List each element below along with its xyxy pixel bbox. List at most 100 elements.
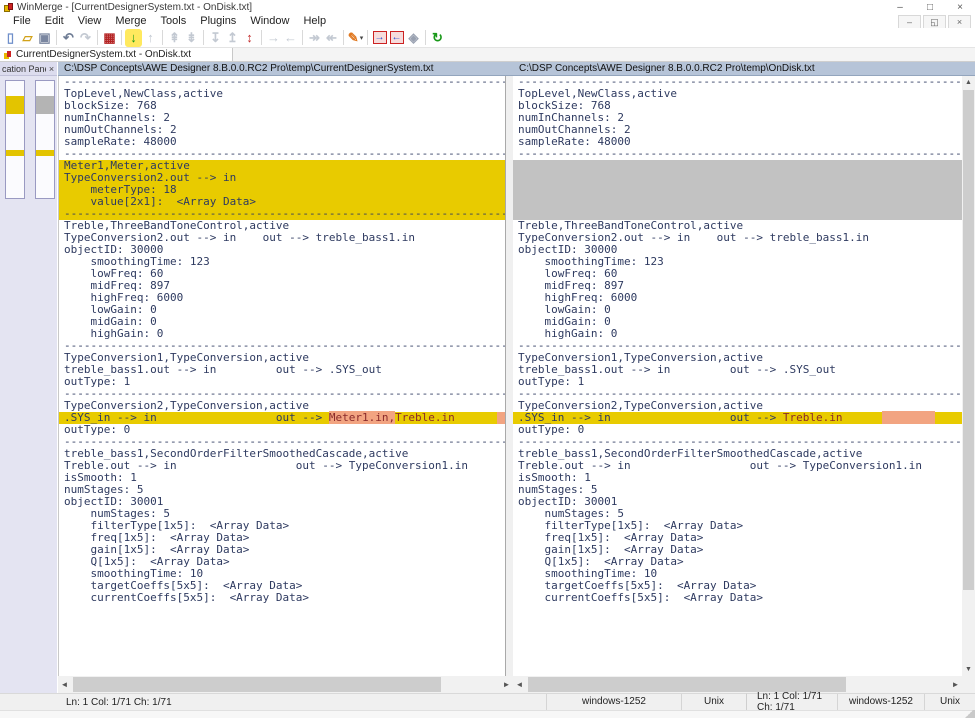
toolbar-separator (302, 30, 303, 45)
main-status-bar (0, 710, 975, 718)
resize-grip[interactable] (963, 710, 975, 718)
window-title: WinMerge - [CurrentDesignerSystem.txt - … (17, 2, 252, 13)
diff-location-marker[interactable] (36, 96, 54, 114)
scroll-up-icon[interactable]: ▲ (962, 76, 975, 89)
copy-left-advance-icon[interactable]: ↞ (323, 29, 340, 47)
copy-right-icon[interactable]: → (265, 29, 282, 47)
file-new-glyph: ▯ (7, 30, 14, 46)
left-hscroll-thumb[interactable] (73, 677, 441, 692)
left-cursor-position: Ln: 1 Col: 1/71 Ch: 1/71 (0, 697, 546, 708)
next-conflict-icon[interactable]: ↧ (207, 29, 224, 47)
vertical-scroll-thumb[interactable] (963, 90, 974, 590)
copy-all-left-glyph: ← (390, 31, 404, 44)
right-horizontal-scrollbar[interactable]: ◄ ► (513, 676, 962, 693)
copy-left-glyph: ← (284, 30, 297, 46)
menu-edit[interactable]: Edit (38, 15, 71, 28)
scroll-left-icon[interactable]: ◄ (58, 676, 71, 693)
file-new-icon[interactable]: ▯ (2, 29, 19, 47)
word-diff-edge-marker (497, 412, 505, 424)
file-open-icon[interactable]: ▱ (19, 29, 36, 47)
previous-conflict-icon[interactable]: ↥ (224, 29, 241, 47)
mdi-restore-button[interactable]: ◱ (923, 15, 946, 29)
mdi-minimize-button[interactable]: – (898, 15, 921, 29)
menu-tools[interactable]: Tools (154, 15, 194, 28)
pane-splitter[interactable] (505, 76, 513, 676)
toolbar-separator (261, 30, 262, 45)
left-file-path-header[interactable]: C:\DSP Concepts\AWE Designer 8.B.0.0.RC2… (58, 62, 513, 76)
next-difference-icon[interactable]: ↓ (125, 29, 142, 47)
left-horizontal-scrollbar[interactable]: ◄ ► (58, 676, 513, 693)
scroll-left-icon[interactable]: ◄ (513, 676, 526, 693)
code-text (843, 411, 883, 424)
last-difference-icon[interactable]: ⇟ (183, 29, 200, 47)
mdi-controls: – ◱ × (896, 15, 975, 29)
undo-icon[interactable]: ↶ (60, 29, 77, 47)
menu-window[interactable]: Window (243, 15, 296, 28)
copy-right-advance-icon[interactable]: ↠ (306, 29, 323, 47)
select-difference-icon[interactable]: ↕ (241, 29, 258, 47)
code-line: currentCoeffs[5x5]: <Array Data> (513, 592, 962, 604)
highlight-plugin-icon[interactable]: ✎▾ (347, 29, 364, 47)
word-diff-segment (882, 411, 935, 424)
toolbar-separator (97, 30, 98, 45)
menu-view[interactable]: View (71, 15, 109, 28)
location-bar-left[interactable] (5, 80, 25, 199)
code-line (513, 184, 962, 196)
dropdown-caret-icon[interactable]: ▾ (360, 34, 364, 42)
toolbar-separator (425, 30, 426, 45)
menu-merge[interactable]: Merge (108, 15, 153, 28)
copy-all-right-icon[interactable]: → (371, 29, 388, 47)
scroll-down-icon[interactable]: ▼ (962, 663, 975, 676)
maximize-button[interactable]: □ (915, 0, 945, 15)
toolbar-separator (343, 30, 344, 45)
vertical-scrollbar[interactable]: ▲ ▼ (962, 76, 975, 676)
right-file-path-header[interactable]: C:\DSP Concepts\AWE Designer 8.B.0.0.RC2… (513, 62, 975, 76)
minimize-button[interactable]: – (885, 0, 915, 15)
location-bar-right[interactable] (35, 80, 55, 199)
filter-icon[interactable]: ▦ (101, 29, 118, 47)
filter-glyph: ▦ (103, 30, 115, 46)
code-text: Treble.in (783, 411, 843, 424)
left-status-bar: Ln: 1 Col: 1/71 Ch: 1/71 windows-1252 Un… (0, 693, 747, 710)
previous-conflict-glyph: ↥ (227, 30, 238, 46)
code-line: ----------------------------------------… (513, 148, 962, 160)
diff-location-marker[interactable] (36, 150, 54, 156)
right-hscroll-thumb[interactable] (528, 677, 846, 692)
auto-merge-glyph: ◈ (409, 30, 419, 46)
code-line: currentCoeffs[5x5]: <Array Data> (59, 592, 505, 604)
redo-icon[interactable]: ↷ (77, 29, 94, 47)
file-save-icon[interactable]: ▣ (36, 29, 53, 47)
location-pane-close-icon[interactable]: × (46, 64, 57, 74)
code-text: Treble.in (395, 411, 455, 424)
next-conflict-glyph: ↧ (210, 30, 221, 46)
scroll-right-icon[interactable]: ► (500, 676, 513, 693)
location-pane-title: cation Pane (0, 64, 46, 74)
toolbar-separator (367, 30, 368, 45)
copy-left-icon[interactable]: ← (282, 29, 299, 47)
left-editor-pane[interactable]: ----------------------------------------… (58, 76, 505, 676)
menubar: FileEditViewMergeToolsPluginsWindowHelp … (0, 15, 975, 28)
auto-merge-icon[interactable]: ◈ (405, 29, 422, 47)
right-encoding: windows-1252 (837, 694, 924, 710)
menu-plugins[interactable]: Plugins (193, 15, 243, 28)
toolbar-separator (203, 30, 204, 45)
first-difference-glyph: ⇞ (169, 30, 180, 46)
right-editor-pane[interactable]: ----------------------------------------… (513, 76, 962, 676)
mdi-close-button[interactable]: × (948, 15, 971, 29)
close-button[interactable]: × (945, 0, 975, 15)
copy-left-advance-glyph: ↞ (326, 30, 337, 46)
menu-file[interactable]: File (6, 15, 38, 28)
diff-location-marker[interactable] (6, 150, 24, 156)
copy-all-left-icon[interactable]: ← (388, 29, 405, 47)
menu-help[interactable]: Help (296, 15, 333, 28)
undo-glyph: ↶ (63, 30, 74, 46)
first-difference-icon[interactable]: ⇞ (166, 29, 183, 47)
tab-comparison[interactable]: CurrentDesignerSystem.txt - OnDisk.txt (0, 48, 233, 61)
previous-difference-icon[interactable]: ↑ (142, 29, 159, 47)
right-eol-style: Unix (924, 694, 975, 710)
previous-difference-glyph: ↑ (147, 30, 154, 46)
diff-location-marker[interactable] (6, 96, 24, 114)
refresh-icon[interactable]: ↻ (429, 29, 446, 47)
toolbar-separator (162, 30, 163, 45)
scroll-right-icon[interactable]: ► (949, 676, 962, 693)
